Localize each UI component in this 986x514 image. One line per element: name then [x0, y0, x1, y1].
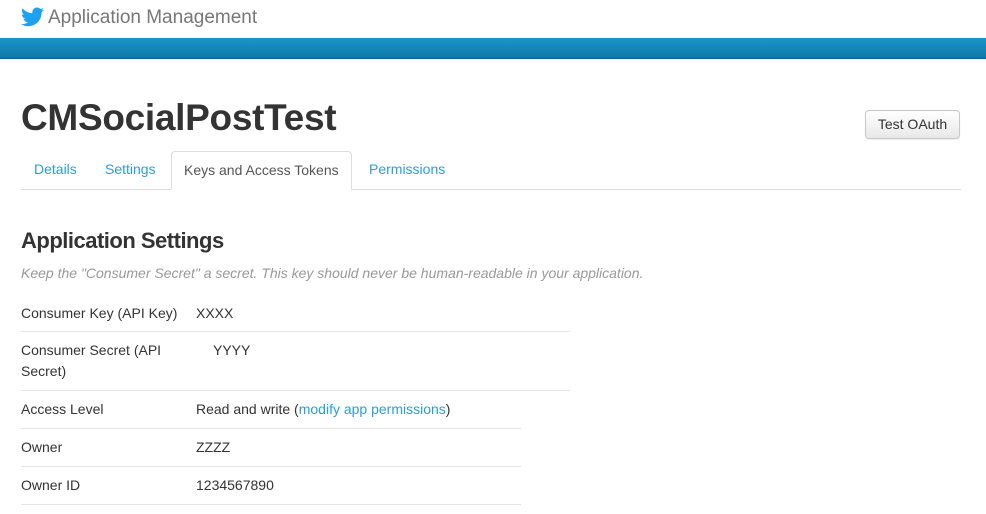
settings-row-consumer-secret: Consumer Secret (API Secret) YYYY [21, 332, 570, 391]
consumer-secret-note: Keep the "Consumer Secret" a secret. Thi… [21, 265, 644, 281]
consumer-secret-label-line1: Consumer Secret (API [21, 342, 162, 358]
consumer-key-label: Consumer Key (API Key) [21, 305, 178, 321]
test-oauth-button[interactable]: Test OAuth [865, 110, 960, 139]
access-level-suffix: ) [445, 401, 451, 417]
top-header: Application Management [0, 0, 986, 38]
page-title: CMSocialPostTest [21, 97, 337, 138]
owner-label: Owner [21, 439, 63, 455]
owner-id-label: Owner ID [21, 477, 81, 493]
tab-settings[interactable]: Settings [105, 151, 156, 188]
tab-keys-and-access-tokens[interactable]: Keys and Access Tokens [171, 151, 352, 190]
tab-details[interactable]: Details [34, 151, 77, 188]
header-accent-bar [0, 38, 986, 59]
settings-row-access-level: Access Level Read and write (modify app … [21, 391, 521, 429]
access-level-label: Access Level [21, 401, 104, 417]
owner-id-value: 1234567890 [196, 477, 274, 493]
owner-value: ZZZZ [196, 439, 231, 455]
access-level-value: Read and write (modify app permissions) [196, 399, 450, 420]
modify-app-permissions-link[interactable]: modify app permissions [299, 401, 446, 417]
settings-row-owner-id: Owner ID 1234567890 [21, 467, 521, 505]
tab-bar: Details Settings Keys and Access Tokens … [21, 151, 961, 190]
twitter-bird-icon[interactable] [21, 7, 44, 27]
application-settings-heading: Application Settings [21, 228, 224, 253]
consumer-secret-value: YYYY [213, 342, 251, 358]
settings-row-owner: Owner ZZZZ [21, 429, 521, 467]
tab-permissions[interactable]: Permissions [369, 151, 445, 188]
consumer-key-value: XXXX [196, 305, 234, 321]
access-level-text: Read and write ( [196, 401, 299, 417]
consumer-secret-label-line2: Secret) [21, 363, 67, 379]
app-management-title[interactable]: Application Management [48, 7, 257, 29]
settings-row-consumer-key: Consumer Key (API Key) XXXX [21, 302, 570, 332]
